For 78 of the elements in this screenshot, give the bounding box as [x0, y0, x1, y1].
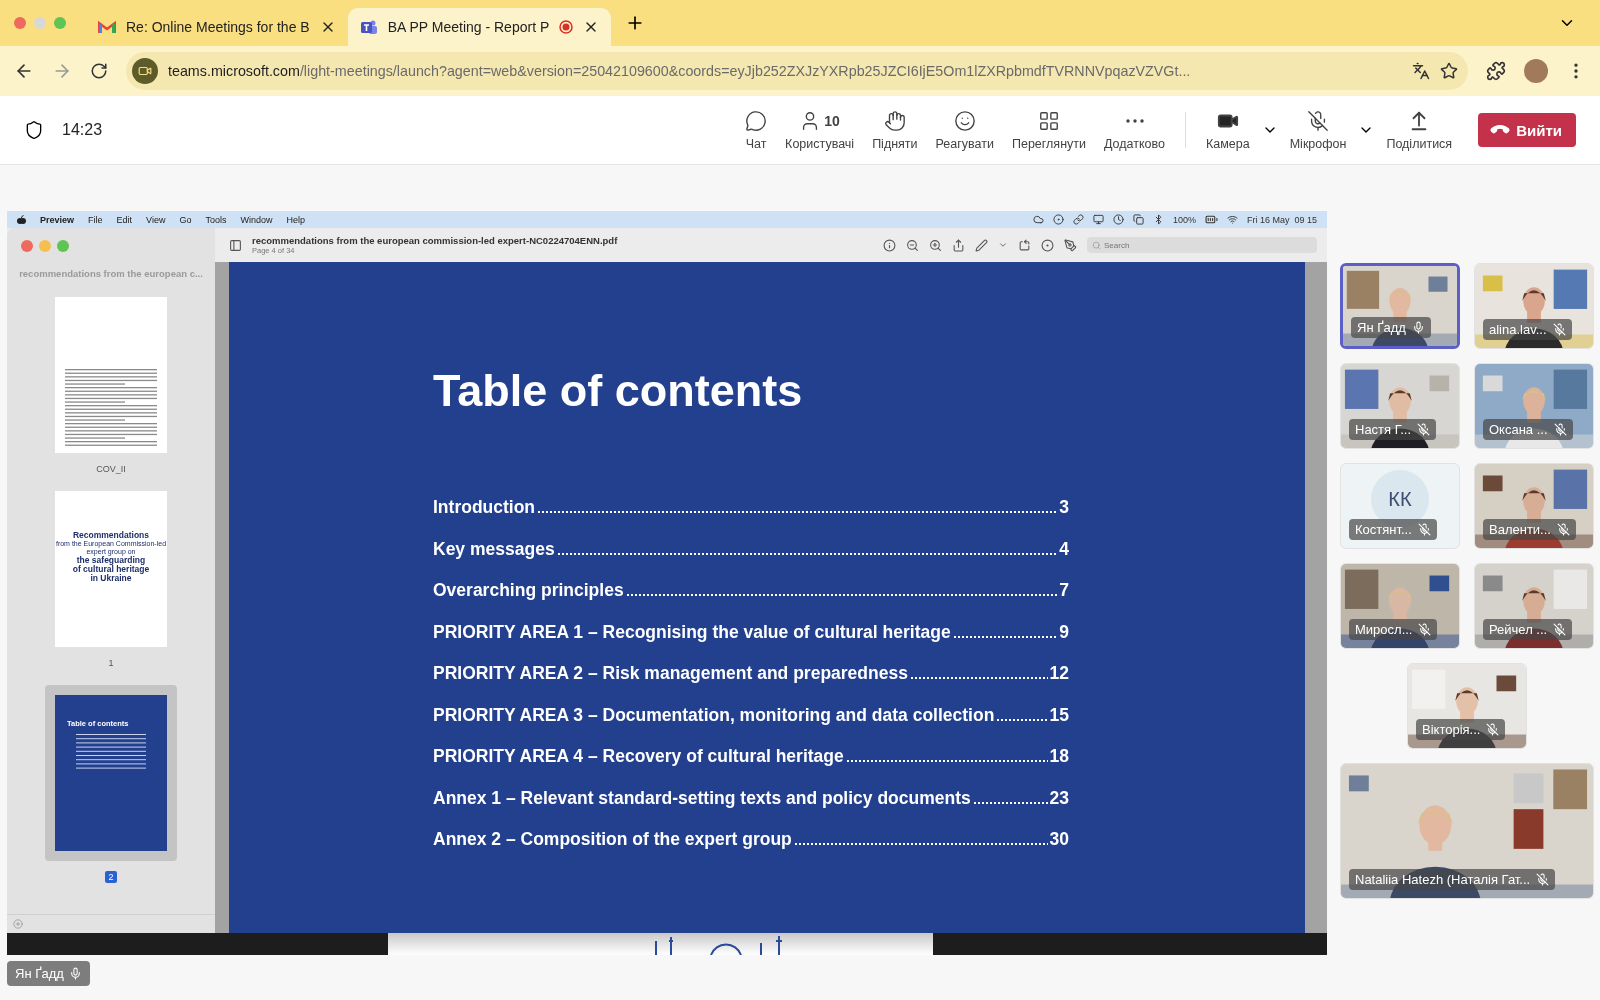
thumbnail-text: of cultural heritage — [72, 565, 150, 575]
leave-button[interactable]: Вийти — [1478, 113, 1576, 147]
thumbnail-text: the safeguarding — [76, 555, 146, 566]
toolbar-button[interactable]: Чат — [739, 105, 774, 155]
menu-item[interactable]: Edit — [116, 214, 133, 225]
page-label: 2 — [105, 871, 117, 883]
tab-title: BA PP Meeting - Report P — [387, 19, 550, 35]
toc-entry: Annex 2 – Composition of the expert group — [433, 829, 792, 850]
menubar-clock: Fri 16 May 09 15 — [1246, 214, 1317, 225]
toolbar-button[interactable]: Додатково — [1098, 105, 1171, 155]
participant-name: Рейчел ... — [1489, 622, 1548, 637]
menu-item[interactable]: Tools — [205, 214, 227, 225]
toc-entry: PRIORITY AREA 4 – Recovery of cultural heritage — [433, 746, 844, 767]
menu-item[interactable]: View — [146, 214, 166, 225]
toolbar-button[interactable]: Переглянути — [1005, 105, 1092, 155]
toolbar-button[interactable]: Мікрофон — [1283, 105, 1353, 155]
page-number: 30 — [1049, 829, 1069, 850]
toolbar-button[interactable]: Камера — [1200, 105, 1256, 155]
page-number: 18 — [1049, 746, 1069, 767]
participant-name: Ян Ґадд — [1357, 320, 1406, 335]
participant-name: Оксана ... — [1489, 422, 1548, 437]
participant-tile[interactable]: Nataliia Hatezh (Наталія Гат... — [1340, 763, 1594, 899]
toc-entry: PRIORITY AREA 2 – Risk management and preparedness — [433, 663, 908, 684]
browser-tab[interactable]: Re: Online Meetings for the B — [86, 8, 348, 46]
thumbnail-text: Recommendations — [72, 531, 149, 541]
presenter-name: Ян Ґадд — [15, 966, 64, 981]
page-number: 4 — [1059, 538, 1069, 560]
share-button[interactable]: Поділитися — [1380, 105, 1459, 155]
page-heading: Table of contents — [433, 365, 804, 417]
participant-tile[interactable]: Настя Г... — [1340, 363, 1460, 449]
toc-entry: PRIORITY AREA 1 – Recognising the value of cultural heritage — [433, 621, 951, 643]
page-number: 12 — [1049, 663, 1069, 684]
menu-item[interactable]: Help — [286, 214, 305, 225]
search-field[interactable]: Search — [1087, 237, 1317, 253]
participant-tile[interactable]: Оксана ... — [1474, 363, 1594, 449]
address-bar[interactable]: teams.microsoft.com/light-meetings/launch?agent=web&version=25042109600&coords=eyJjb252ZXJzYXRpb25JZCI6IjE5Om1lZXRpbmdfTVRNNVpqazVZVGt... — [126, 52, 1468, 90]
menu-item[interactable]: Preview — [40, 214, 75, 225]
participant-name: Вікторія... — [1422, 722, 1481, 737]
participant-count: 10 — [824, 113, 840, 129]
search-input[interactable]: Search — [1104, 240, 1284, 250]
menu-item[interactable]: File — [88, 214, 103, 225]
toolbar-button[interactable]: Реагувати — [929, 105, 1000, 155]
battery-percentage: 100% — [1172, 214, 1196, 225]
participant-tile[interactable]: Миросл... — [1340, 563, 1460, 649]
participant-tile[interactable]: alina.lav... — [1474, 263, 1594, 349]
toc-entry: Introduction — [433, 497, 536, 518]
meeting-time: 14:23 — [62, 121, 104, 139]
menu-item[interactable]: Window — [240, 214, 273, 225]
participant-name: Настя Г... — [1355, 422, 1411, 437]
participant-tile[interactable]: Валенти... — [1474, 463, 1594, 549]
page-number: 3 — [1059, 497, 1069, 518]
participant-name: alina.lav... — [1489, 322, 1547, 337]
tab-title: Re: Online Meetings for the B — [126, 19, 310, 35]
toc-entry: Annex 1 – Relevant standard-setting texts and policy documents — [433, 787, 971, 809]
page-number: 23 — [1049, 787, 1069, 809]
url-text: teams.microsoft.com/light-meetings/launch?agent=web&version=25042109600&coords=eyJjb252ZXJzYXRpb25JZCI6IjE5Om1lZXRpbmdfTVRNNVpqazVZVGt... — [168, 63, 1192, 79]
participant-tile[interactable]: Ян Ґадд — [1340, 263, 1460, 349]
toc-entry: PRIORITY AREA 3 – Documentation, monitoring and data collection — [433, 704, 995, 726]
toolbar-button[interactable]: 10 Користувачі — [779, 105, 861, 155]
participant-name: Валенти... — [1489, 522, 1551, 537]
participant-name: Миросл... — [1355, 622, 1413, 637]
page-number: 7 — [1059, 580, 1069, 601]
participant-name: Nataliia Hatezh (Наталія Гат... — [1355, 872, 1531, 887]
participant-tile[interactable]: КК Костянт... — [1340, 463, 1460, 549]
sidebar-title: recommendations from the european c... — [19, 268, 203, 279]
page-label: 1 — [107, 657, 115, 669]
toolbar-button[interactable]: Підняти — [866, 105, 924, 155]
menu-item[interactable]: Go — [179, 214, 192, 225]
thumbnail-text: in Ukraine — [90, 574, 132, 584]
page-number: 15 — [1049, 704, 1069, 726]
page-number: 9 — [1059, 621, 1069, 643]
document-title: recommendations from the european commission-led expert-NC0224704ENN.pdf — [252, 235, 619, 246]
toc-entry: Key messages — [433, 538, 555, 560]
participant-tile[interactable]: Вікторія... — [1407, 663, 1527, 749]
toc-entry: Overarching principles — [433, 580, 624, 601]
participant-tile[interactable]: Рейчел ... — [1474, 563, 1594, 649]
page-label: COV_II — [95, 463, 127, 475]
browser-tab[interactable]: BA PP Meeting - Report P — [347, 8, 612, 46]
